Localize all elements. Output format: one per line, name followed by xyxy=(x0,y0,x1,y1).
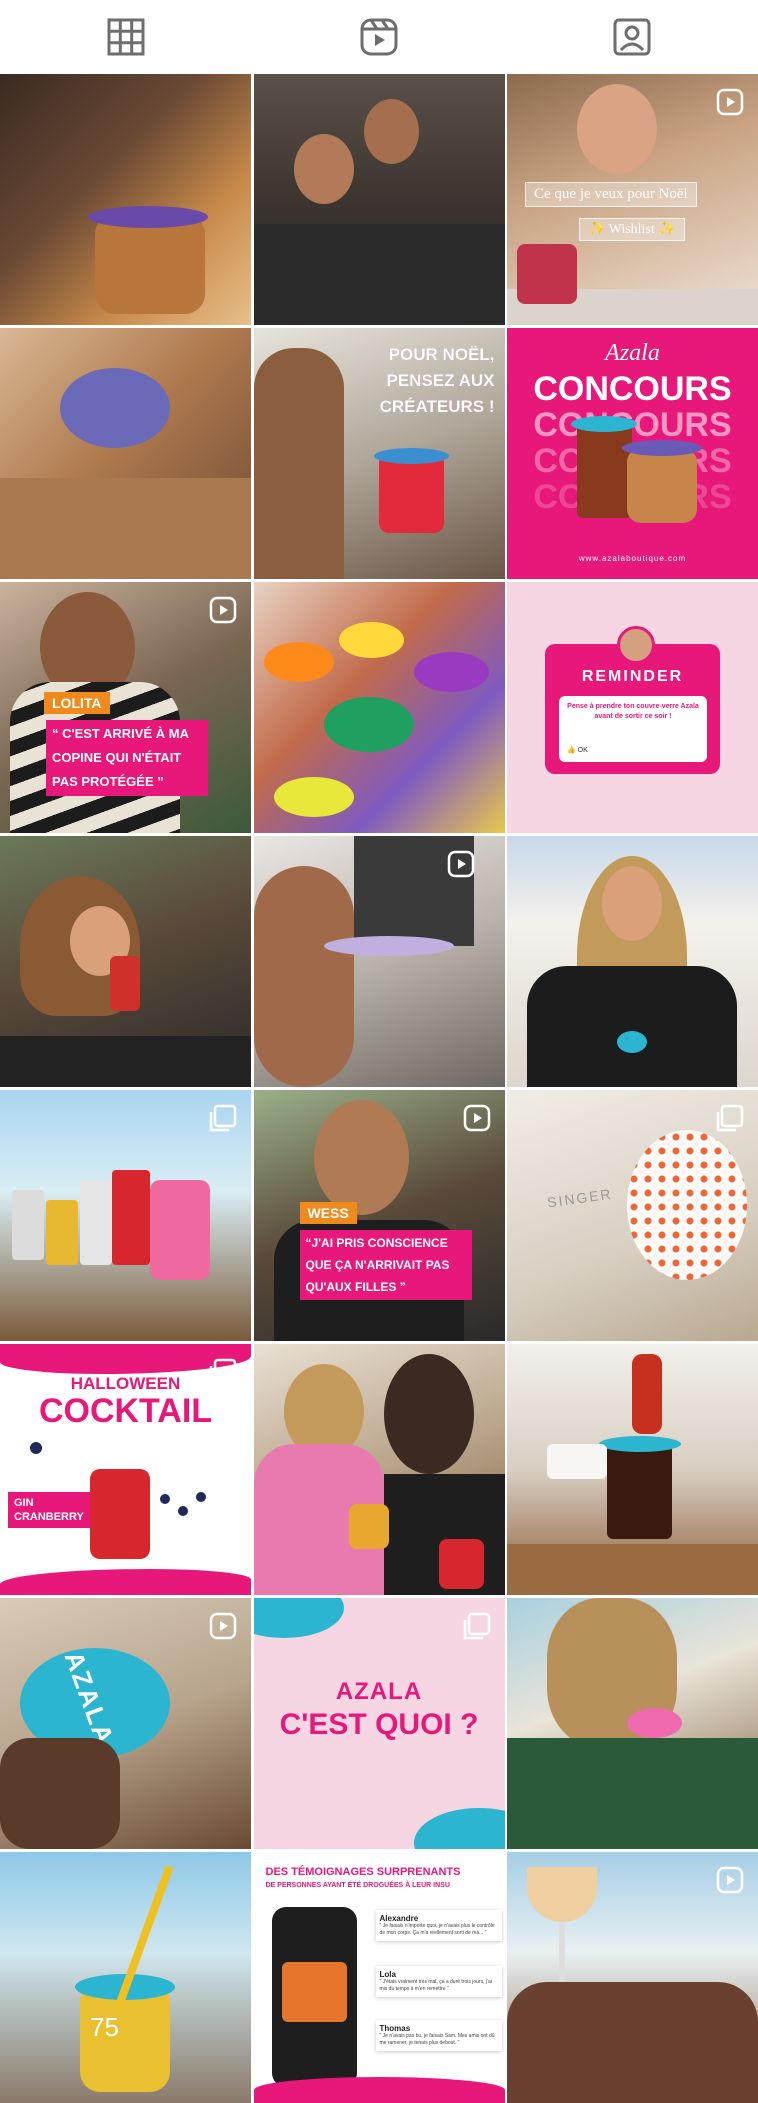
post-reminder[interactable]: REMINDER Pense à prendre ton couvre-verr… xyxy=(507,582,758,833)
testimonial-card: Thomas " Je n'avais pas bu, je faisais S… xyxy=(375,2020,502,2051)
reel-badge-icon xyxy=(447,850,475,878)
post-wess[interactable]: WESS “J'AI PRIS CONSCIENCE QUE ÇA N'ARRI… xyxy=(253,1090,505,1341)
post-straw-cup[interactable]: 75 xyxy=(0,1852,251,2103)
post-thread-spools[interactable] xyxy=(253,582,505,833)
concours-brand: Azala xyxy=(605,340,660,366)
lolita-name-tag: LOLITA xyxy=(44,692,110,714)
post-cest-quoi[interactable]: AZALA C'EST QUOI ? xyxy=(253,1598,505,1849)
reel-badge-icon xyxy=(209,1612,237,1640)
post-two-women-straws[interactable] xyxy=(253,1344,505,1595)
createurs-text: POUR NOËL, PENSEZ AUX CRÉATEURS ! xyxy=(379,345,495,416)
post-two-men-laughing[interactable] xyxy=(253,74,505,325)
post-pineapple-glass[interactable] xyxy=(0,74,251,325)
testimonial-text: " J'étais vraiment très mal, ça a duré t… xyxy=(379,1979,492,1992)
carousel-badge-icon xyxy=(716,1104,744,1132)
tab-posts-grid[interactable] xyxy=(96,7,156,67)
post-woman-blonde[interactable] xyxy=(507,836,758,1087)
wishlist-subtitle: ✨ Wishlist ✨ xyxy=(579,218,685,241)
reel-badge-icon xyxy=(716,1866,744,1894)
carousel-badge-icon xyxy=(209,1104,237,1132)
testimonial-name: Lola xyxy=(379,1970,396,1979)
post-lolita[interactable]: LOLITA “ C'EST ARRIVÉ À MA COPINE QUI N'… xyxy=(0,582,251,833)
post-sewing-machine[interactable] xyxy=(253,836,505,1087)
post-concours[interactable]: Azala CONCOURS CONCOURS CONCOURS CONCOUR… xyxy=(507,328,758,579)
post-glasses-row[interactable] xyxy=(0,1090,251,1341)
reel-badge-icon xyxy=(716,88,744,116)
testimonial-name: Thomas xyxy=(379,2024,411,2033)
testimonial-card: Lola " J'étais vraiment très mal, ça a d… xyxy=(375,1966,502,1997)
testimonial-text: " Je n'avais pas bu, je faisais Sam. Mes… xyxy=(379,2033,495,2046)
reel-badge-icon xyxy=(463,1104,491,1132)
reels-icon xyxy=(360,18,398,56)
carousel-badge-icon xyxy=(463,1612,491,1640)
tab-reels[interactable] xyxy=(349,7,409,67)
wess-name-tag: WESS xyxy=(299,1202,357,1224)
post-sewing-cover[interactable] xyxy=(0,328,251,579)
tagged-icon xyxy=(613,18,651,56)
reminder-text: Pense à prendre ton couvre-verre Azala a… xyxy=(567,703,699,720)
post-createurs[interactable]: POUR NOËL, PENSEZ AUX CRÉATEURS ! xyxy=(253,328,505,579)
halloween-line2: COCKTAIL xyxy=(38,1392,213,1430)
post-singer-pins[interactable]: SINGER xyxy=(507,1090,758,1341)
post-temoignages[interactable]: DES TÉMOIGNAGES SURPRENANTS DE PERSONNES… xyxy=(253,1852,505,2103)
wishlist-title: Ce que je veux pour Noël xyxy=(525,182,697,207)
lolita-quote: “ C'EST ARRIVÉ À MA COPINE QUI N'ÉTAIT P… xyxy=(46,720,208,796)
concours-site: www.azalaboutique.com xyxy=(578,554,687,563)
temoignages-subtitle: DE PERSONNES AYANT ÉTÉ DROGUÉES À LEUR I… xyxy=(265,1882,450,1889)
grid-icon xyxy=(107,18,145,56)
post-wine-glass[interactable] xyxy=(507,1852,758,2103)
post-halloween[interactable]: HALLOWEEN COCKTAIL GIN CRANBERRY xyxy=(0,1344,251,1595)
wess-quote: “J'AI PRIS CONSCIENCE QUE ÇA N'ARRIVAIT … xyxy=(299,1230,472,1300)
reminder-ok: 👍 OK xyxy=(567,747,588,754)
testimonial-name: Alexandre xyxy=(379,1914,419,1923)
post-azala-cup[interactable]: AZALA xyxy=(0,1598,251,1849)
profile-tab-bar xyxy=(0,0,758,74)
temoignages-title: DES TÉMOIGNAGES SURPRENANTS xyxy=(265,1866,461,1878)
concours-title: CONCOURS xyxy=(533,370,732,408)
halloween-label: GIN CRANBERRY xyxy=(8,1492,90,1528)
views-count: 75 xyxy=(90,2012,119,2042)
reminder-title: REMINDER xyxy=(581,668,684,685)
cestquoi-line2: C'EST QUOI ? xyxy=(279,1708,479,1741)
testimonial-text: " Je faisais n'importe quoi, je n'avais … xyxy=(379,1923,495,1936)
post-cola-bottle[interactable] xyxy=(507,1344,758,1595)
tab-tagged[interactable] xyxy=(602,7,662,67)
carousel-badge-icon xyxy=(209,1358,237,1386)
cestquoi-line1: AZALA xyxy=(335,1678,423,1705)
reminder-avatar xyxy=(617,626,655,664)
post-woman-pink-cover[interactable] xyxy=(507,1598,758,1849)
reel-badge-icon xyxy=(209,596,237,624)
post-woman-drinking[interactable] xyxy=(0,836,251,1087)
testimonial-card: Alexandre " Je faisais n'importe quoi, j… xyxy=(375,1910,502,1941)
posts-grid: Ce que je veux pour Noël ✨ Wishlist ✨ PO… xyxy=(0,74,758,2103)
post-wishlist[interactable]: Ce que je veux pour Noël ✨ Wishlist ✨ xyxy=(507,74,758,325)
